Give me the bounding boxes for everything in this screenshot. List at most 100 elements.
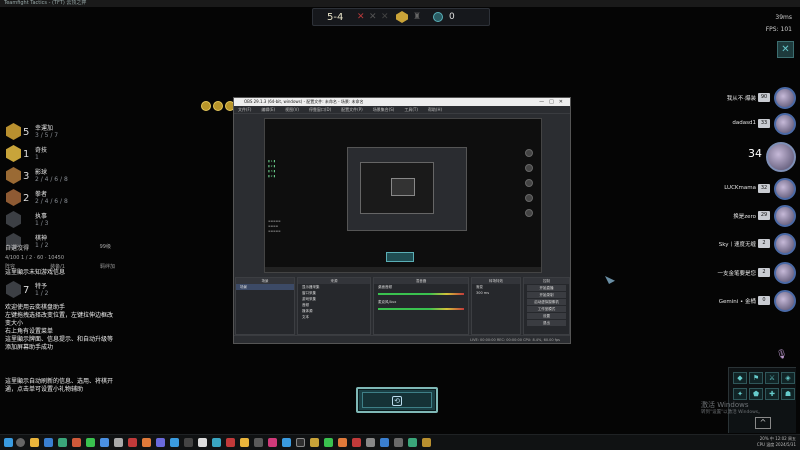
item-icon[interactable]: ◈ bbox=[781, 372, 795, 384]
app-icon[interactable] bbox=[100, 438, 109, 447]
app-icon[interactable] bbox=[366, 438, 375, 447]
app-icon[interactable] bbox=[338, 438, 347, 447]
comp-summary: 4/100 1 / 2 · 60 · 10450 bbox=[5, 255, 65, 261]
player-hp: 29 bbox=[758, 211, 770, 220]
window-controls[interactable]: —□✕ bbox=[539, 98, 568, 106]
trait-item[interactable]: 1 奇技 1 bbox=[3, 144, 113, 164]
trait-progress: 2 / 4 / 6 / 8 bbox=[35, 176, 68, 183]
bench-item-icon[interactable] bbox=[213, 101, 223, 111]
menu-item[interactable]: 编辑(E) bbox=[261, 106, 275, 113]
item-icon[interactable]: ✦ bbox=[733, 388, 747, 400]
app-icon[interactable] bbox=[408, 438, 417, 447]
trait-item[interactable]: 执事 1 / 3 bbox=[3, 210, 113, 230]
app-icon[interactable] bbox=[44, 438, 53, 447]
trait-item[interactable]: 5 幸運加 3 / 5 / 7 bbox=[3, 122, 113, 142]
trait-progress: 1 / 2 bbox=[35, 290, 49, 297]
player-row[interactable]: dadasd1 33 bbox=[688, 113, 796, 137]
app-icon[interactable] bbox=[114, 438, 123, 447]
obs-preview[interactable]: ▮ 1 ▮ ▮ 2 ▮ ▮ 3 ▮ ▮ 2 ▮ ≡≡≡≡≡ ≡≡≡≡ ≡≡≡≡≡ bbox=[264, 118, 542, 273]
menu-item[interactable]: 配置文件(P) bbox=[341, 106, 363, 113]
start-streaming-button[interactable]: 开始直播 bbox=[527, 285, 566, 291]
settings-button[interactable]: 设置 bbox=[527, 313, 566, 319]
exit-button[interactable]: 退出 bbox=[527, 320, 566, 326]
app-icon[interactable] bbox=[58, 438, 67, 447]
menu-item[interactable]: 停靠窗口(D) bbox=[309, 106, 331, 113]
virtual-camera-button[interactable]: 启动虚拟摄像机 bbox=[527, 299, 566, 305]
item-icon[interactable]: ☗ bbox=[781, 388, 795, 400]
search-icon[interactable] bbox=[16, 438, 25, 447]
settings-close-button[interactable]: ✕ bbox=[777, 41, 794, 58]
player-row[interactable]: LUCKmama 32 bbox=[688, 178, 796, 202]
app-icon[interactable] bbox=[310, 438, 319, 447]
start-icon[interactable] bbox=[4, 438, 13, 447]
player-row[interactable]: 换是zero 29 bbox=[688, 205, 796, 229]
trait-hex-icon bbox=[6, 211, 21, 228]
player-hp: 33 bbox=[758, 119, 770, 128]
obs-window[interactable]: OBS 29.1.3 (64-bit, windows) - 配置文件: 未命名… bbox=[233, 97, 571, 344]
comp-score: 99级 bbox=[99, 244, 111, 250]
window-titlebar: Teamfight Tactics - (TFT) 云顶之弈 bbox=[0, 0, 800, 7]
item-icon[interactable]: ⚑ bbox=[749, 372, 763, 384]
mixer-dock: 混音器 桌面音频 麦克风/Aux bbox=[373, 277, 469, 335]
menu-item[interactable]: 帮助(H) bbox=[428, 106, 442, 113]
player-row[interactable]: 我从不·爆装 90 bbox=[688, 87, 796, 111]
mic-icon[interactable]: 🎙 bbox=[776, 350, 787, 362]
wechat-icon[interactable] bbox=[86, 438, 95, 447]
item-icon[interactable]: ⬟ bbox=[749, 388, 763, 400]
trait-progress: 1 bbox=[35, 154, 39, 161]
helper-message: 這里顯示未知游戏信息 bbox=[5, 269, 66, 276]
system-tray[interactable]: 20% 中 12:02 周五 CPU 温度 2024/5/31 bbox=[757, 436, 796, 448]
trait-item[interactable]: 3 影球 2 / 4 / 6 / 8 bbox=[3, 166, 113, 186]
trait-item[interactable]: 7 特予 1 / 2 bbox=[3, 280, 113, 300]
app-icon[interactable] bbox=[156, 438, 165, 447]
menu-item[interactable]: 工具(T) bbox=[404, 106, 418, 113]
nested-obs-preview bbox=[347, 147, 467, 231]
level-up-icon[interactable]: ^ bbox=[755, 417, 771, 429]
app-icon[interactable] bbox=[240, 438, 249, 447]
obs-icon[interactable] bbox=[296, 438, 305, 447]
app-icon[interactable] bbox=[184, 438, 193, 447]
app-icon[interactable] bbox=[324, 438, 333, 447]
transition-duration[interactable]: 300 ms bbox=[472, 290, 520, 296]
ping-readout: 39ms bbox=[775, 14, 792, 21]
source-item[interactable]: 文本 bbox=[298, 314, 370, 320]
preview-player-icon bbox=[525, 194, 533, 202]
round-score: 5-4 bbox=[327, 12, 344, 23]
steam-icon[interactable] bbox=[254, 438, 263, 447]
app-icon[interactable] bbox=[72, 438, 81, 447]
player-row[interactable]: Sky丨速度无缠 2 bbox=[688, 233, 796, 257]
app-icon[interactable] bbox=[268, 438, 277, 447]
app-icon[interactable] bbox=[380, 438, 389, 447]
shop-refresh-button[interactable]: ⟲ bbox=[356, 387, 438, 413]
app-icon[interactable] bbox=[226, 438, 235, 447]
app-icon[interactable] bbox=[142, 438, 151, 447]
item-icon[interactable]: ⚔ bbox=[765, 372, 779, 384]
app-icon[interactable] bbox=[394, 438, 403, 447]
helper-welcome-message: 欢迎使用云奕棋盘助手 左键拖拽选择改变位置，左键拉伸边框改变大小 右上角有设置菜… bbox=[5, 304, 114, 351]
bench-item-icon[interactable] bbox=[201, 101, 211, 111]
player-row-self[interactable]: 34 bbox=[688, 142, 796, 172]
menu-item[interactable]: 场景集合(S) bbox=[373, 106, 395, 113]
trait-item[interactable]: 2 拳者 2 / 4 / 6 / 8 bbox=[3, 188, 113, 208]
player-row[interactable]: Gemini • 金桶 0 bbox=[688, 290, 796, 314]
trait-name: 拳者 bbox=[35, 191, 48, 198]
menu-item[interactable]: 文件(F) bbox=[238, 106, 251, 113]
folder-icon[interactable] bbox=[30, 438, 39, 447]
start-recording-button[interactable]: 开始录制 bbox=[527, 292, 566, 298]
player-row[interactable]: 一支金笔要是您 2 bbox=[688, 262, 796, 286]
app-icon[interactable] bbox=[170, 438, 179, 447]
app-icon[interactable] bbox=[198, 438, 207, 447]
scene-item[interactable]: 场景 bbox=[236, 284, 294, 290]
tft-icon[interactable] bbox=[422, 438, 431, 447]
gold-count: 0 bbox=[449, 12, 455, 22]
app-icon[interactable] bbox=[352, 438, 361, 447]
studio-mode-button[interactable]: 工作室模式 bbox=[527, 306, 566, 312]
menu-item[interactable]: 视图(V) bbox=[285, 106, 299, 113]
player-hp: 90 bbox=[758, 93, 770, 102]
app-icon[interactable] bbox=[212, 438, 221, 447]
trait-hex-icon bbox=[6, 123, 21, 140]
app-icon[interactable] bbox=[128, 438, 137, 447]
item-icon[interactable]: ✚ bbox=[765, 388, 779, 400]
app-icon[interactable] bbox=[282, 438, 291, 447]
item-icon[interactable]: ◆ bbox=[733, 372, 747, 384]
